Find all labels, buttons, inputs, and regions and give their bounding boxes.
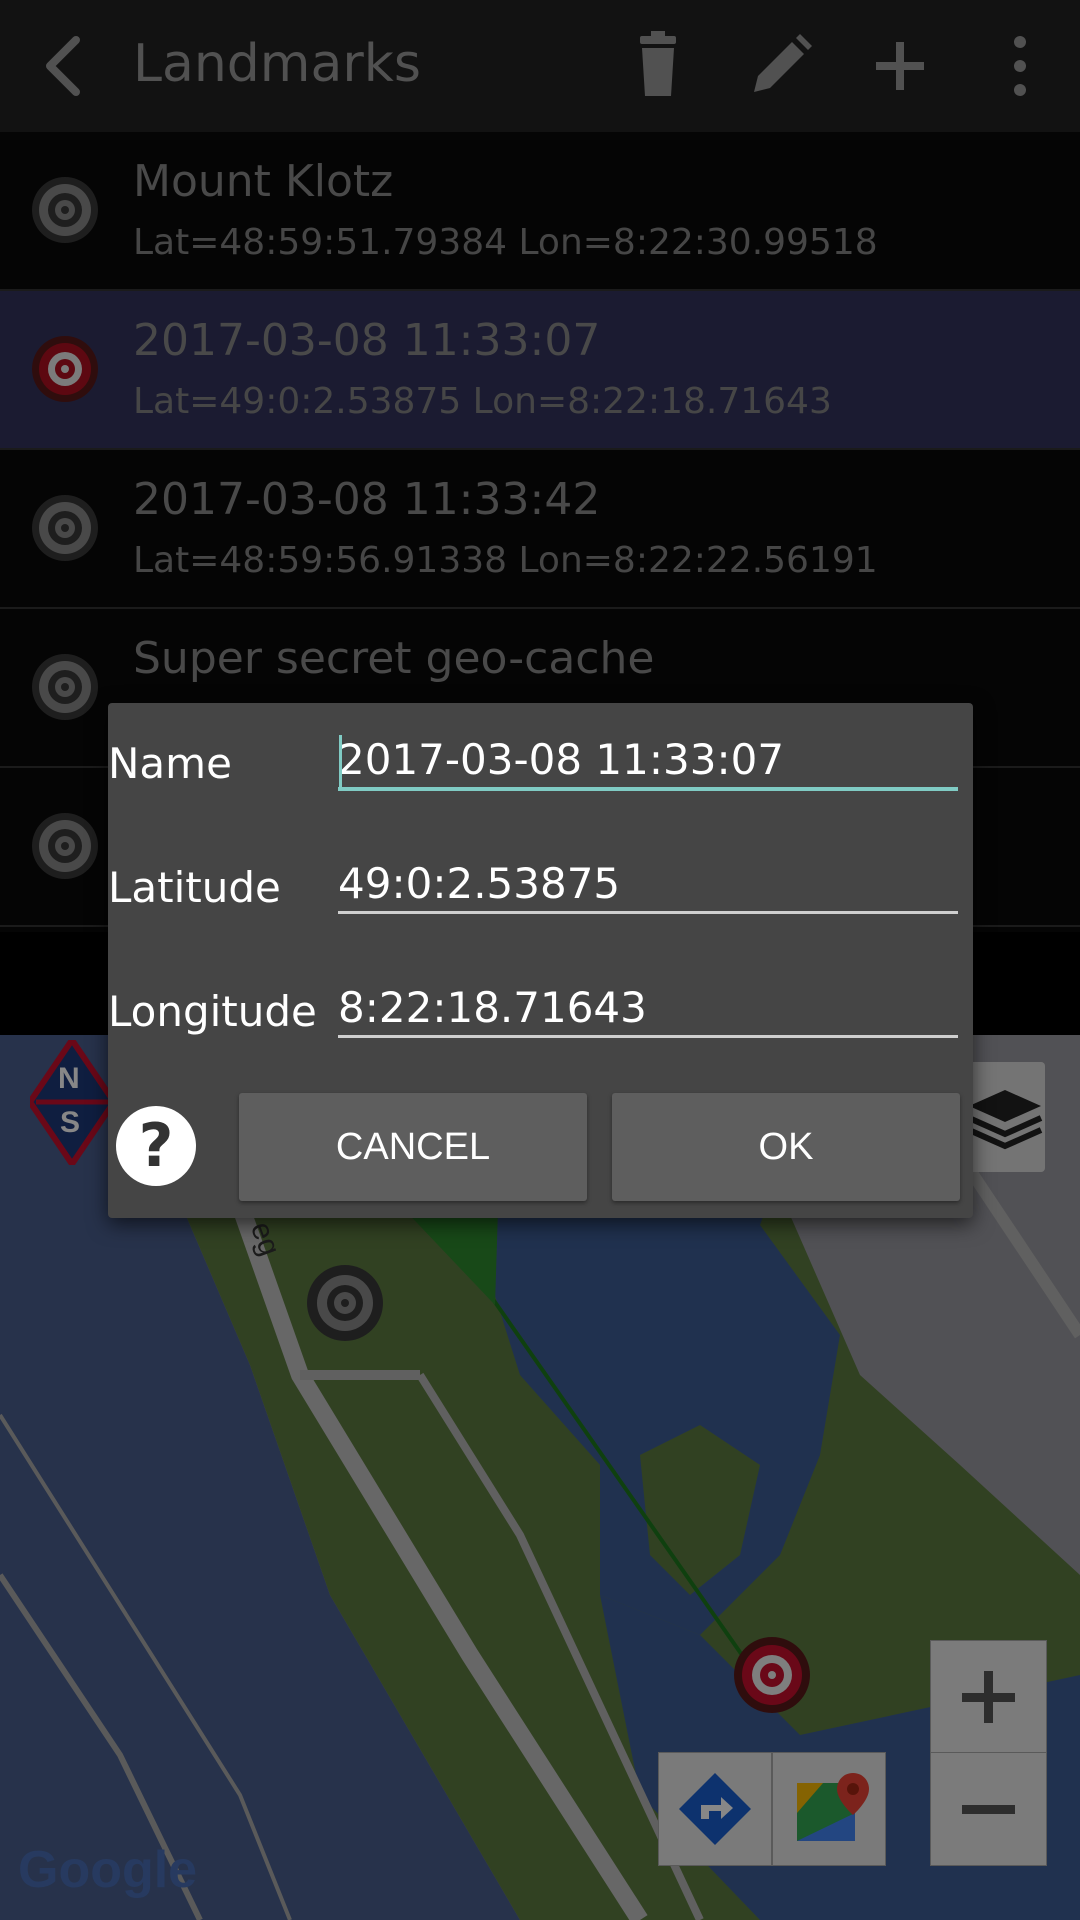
ok-button[interactable]: OK	[612, 1093, 960, 1201]
longitude-input[interactable]	[338, 979, 958, 1038]
cancel-button[interactable]: CANCEL	[239, 1093, 587, 1201]
latitude-input[interactable]	[338, 855, 958, 914]
edit-landmark-dialog: Name Latitude Longitude ? CANCEL OK	[108, 703, 973, 1218]
latitude-label: Latitude	[108, 863, 281, 912]
longitude-label: Longitude	[108, 987, 317, 1036]
question-mark-icon: ?	[138, 1111, 174, 1181]
name-label: Name	[108, 739, 232, 788]
name-input[interactable]	[338, 731, 958, 791]
help-button[interactable]: ?	[116, 1106, 196, 1186]
text-cursor	[339, 735, 342, 787]
